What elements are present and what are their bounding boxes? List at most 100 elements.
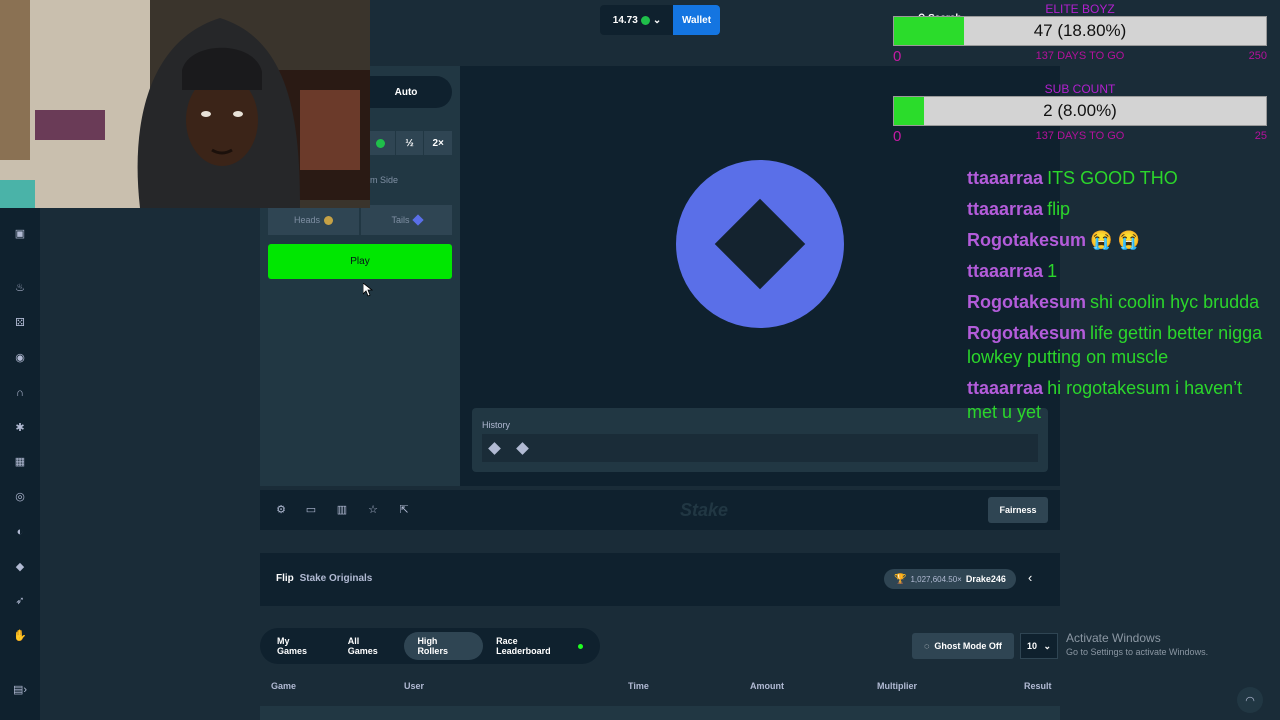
activate-windows-watermark: Activate Windows Go to Settings to activ… [1066,631,1208,657]
game-name: Flip [276,573,294,584]
balance-value: 14.73 [612,14,638,26]
goal-progress-bar: 47 (18.80%) [893,16,1267,46]
tab-label: High Rollers [417,636,448,656]
chip-icon[interactable]: ◎ [12,489,28,505]
play-button[interactable]: Play [268,244,452,279]
column-header: Game [271,681,297,691]
dice-icon[interactable]: ⚄ [12,315,28,331]
column-header: Time [628,681,649,691]
ghost-icon: ◌ [924,641,930,651]
bets-table-header: Game User Time Amount Multiplier Result [260,676,1060,696]
settings-icon[interactable]: ⚙ [274,503,288,517]
chevron-down-icon: ⌄ [1043,640,1051,651]
tab-auto[interactable]: Auto [360,76,452,108]
history-tails-icon [488,442,501,455]
rocket-icon[interactable]: ➶ [12,593,28,609]
chat-message: Rogotakesum life gettin better nigga lowk… [967,321,1267,369]
goal-progress-bar: 2 (8.00%) [893,96,1267,126]
chat-message: ttaaarraa hi rogotakesum i haven’t met u … [967,376,1267,424]
goal-progress-text: 2 (8.00%) [1043,101,1117,120]
chat-text: flip [1047,199,1071,219]
goal-progress-text: 47 (18.80%) [1033,21,1127,40]
chat-message-cut-off [967,140,1267,154]
record-multiplier: 1,027,604.50× [910,574,962,584]
page-size-value: 10 [1027,641,1038,651]
webcam-feed [0,0,370,208]
goal-title: ELITE BOYZ [1045,2,1115,16]
tab-all-games[interactable]: All Games [335,632,405,660]
live-support-button[interactable]: ◠ [1237,687,1263,713]
stake-logo: Stake [680,500,729,520]
gift-icon[interactable]: ▦ [12,454,28,470]
favorite-star-icon[interactable]: ☆ [366,503,380,517]
headset-icon[interactable]: ∩ [12,385,28,401]
bets-tabs: My Games All Games High Rollers Race Lea… [260,628,600,664]
column-header: Result [1024,681,1052,691]
globe-icon[interactable]: ◉ [12,350,28,366]
record-badge[interactable]: 🏆 1,027,604.50× Drake246 [884,569,1016,589]
chat-user: Rogotakesum [967,292,1087,312]
star-icon[interactable]: ✱ [12,420,28,436]
fairness-button[interactable]: Fairness [988,497,1048,523]
stats-icon[interactable]: ▥ [335,503,349,517]
side-selector: Heads Tails [268,205,452,235]
chat-message: Rogotakesum 😭 😭 [967,228,1267,252]
mouse-cursor-icon [363,283,373,297]
half-bet-button[interactable]: ½ [394,131,424,155]
hand-icon[interactable]: ✋ [12,628,28,644]
flame-icon[interactable]: ◆ [12,559,28,575]
chat-message: ttaaarraa 1 [967,259,1267,283]
tab-label: My Games [277,636,308,656]
activate-subtitle: Go to Settings to activate Windows. [1066,647,1209,657]
table-row [260,706,1060,720]
coin-icon [376,138,386,148]
share-icon[interactable]: ⇱ [397,503,411,517]
wallet-button[interactable]: Wallet [673,5,720,35]
goal-target: 250 [1248,50,1267,62]
ball-icon[interactable]: ◐ [12,524,28,540]
chat-user: Rogotakesum [967,323,1087,343]
goal-footer: 0 137 DAYS TO GO 250 [893,46,1267,65]
chat-message: ttaaarraa flip [967,197,1267,221]
chat-user: ttaaarraa [967,199,1044,219]
chat-text: shi coolin hyc brudda [1090,292,1260,312]
activate-title: Activate Windows [1066,631,1161,645]
currency-badge [366,131,395,155]
webcam-overlay [0,0,370,208]
goal-title: SUB COUNT [1044,82,1116,96]
balance-display[interactable]: 14.73 ⌄ [600,5,674,35]
tails-label: Tails [391,215,410,225]
column-header: Multiplier [877,681,917,691]
page-size-select[interactable]: 10 ⌄ [1020,633,1058,659]
bet-amount-controls: ½ 2× [366,131,453,155]
history-label: History [482,420,511,430]
chat-text: 😭 😭 [1090,230,1140,250]
chat-user: Rogotakesum [967,230,1087,250]
ghost-mode-button[interactable]: ◌ Ghost Mode Off [912,633,1014,659]
column-header: Amount [750,681,784,691]
double-bet-button[interactable]: 2× [423,131,453,155]
tails-button[interactable]: Tails [361,205,452,235]
column-header: User [404,681,425,691]
stream-chat-overlay: ttaaarraa ITS GOOD THO ttaaarraa flip Rogo… [967,140,1267,431]
theatre-mode-icon[interactable]: ▭ [304,503,318,517]
heads-label: Heads [293,215,320,225]
chevron-left-icon[interactable]: ‹ [1028,570,1032,585]
menu-expand-icon[interactable]: ▤› [12,682,28,698]
record-user: Drake246 [965,574,1006,584]
game-info-bar: Flip Stake Originals 🏆 1,027,604.50× Dra… [260,553,1060,606]
casino-icon[interactable]: ▣ [12,226,28,242]
chat-text: ITS GOOD THO [1047,168,1178,188]
live-dot-icon [578,643,583,649]
left-sidebar: ▣ ♨ ⚄ ◉ ∩ ✱ ▦ ◎ ◐ ◆ ➶ ✋ ▤› [0,208,40,720]
heads-button[interactable]: Heads [268,205,359,235]
chat-user: ttaaarraa [967,261,1044,281]
tab-my-games[interactable]: My Games [264,632,335,660]
game-provider: Stake Originals [299,573,373,584]
tab-high-rollers[interactable]: High Rollers [404,632,484,660]
tab-race-leaderboard[interactable]: Race Leaderboard [483,632,596,660]
fire-icon[interactable]: ♨ [12,280,28,296]
history-tails-icon [516,442,529,455]
chevron-down-icon: ⌄ [652,14,662,26]
history-panel: History [472,408,1048,472]
